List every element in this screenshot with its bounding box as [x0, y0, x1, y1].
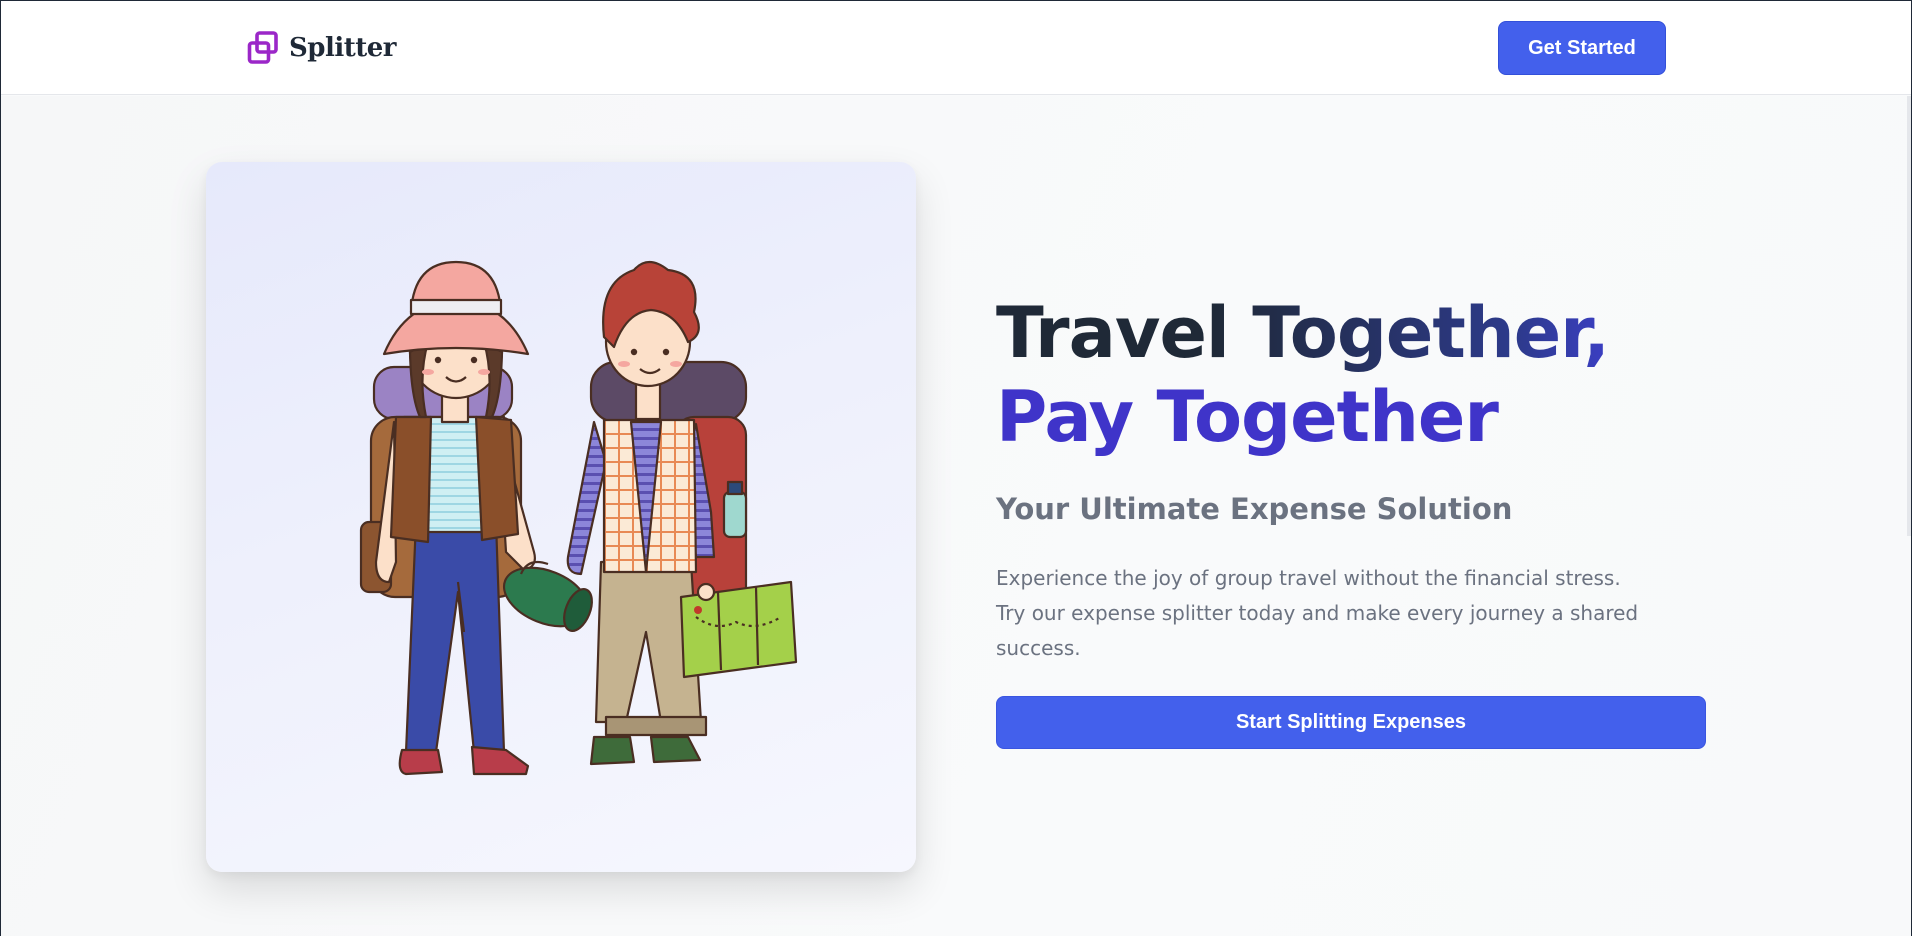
logo[interactable]: Splitter: [247, 29, 396, 67]
scrollbar-track[interactable]: [1907, 96, 1911, 536]
start-splitting-button[interactable]: Start Splitting Expenses: [996, 696, 1706, 749]
logo-icon: [247, 31, 278, 64]
headline-line-1: Travel Together,: [996, 292, 1610, 374]
hero-description: Experience the joy of group travel witho…: [996, 566, 1639, 660]
hero-subtitle: Your Ultimate Expense Solution: [996, 492, 1513, 526]
headline-line-2: Pay Together: [996, 376, 1499, 458]
hero-text: Travel Together, Pay Together Your Ultim…: [996, 291, 1716, 666]
logo-text: Splitter: [289, 33, 396, 63]
illustration-card: [206, 162, 916, 872]
navbar: Splitter Get Started: [1, 1, 1911, 95]
get-started-button[interactable]: Get Started: [1498, 21, 1666, 75]
hero-headline: Travel Together, Pay Together: [996, 291, 1716, 459]
two-backpackers-illustration: [359, 260, 798, 776]
